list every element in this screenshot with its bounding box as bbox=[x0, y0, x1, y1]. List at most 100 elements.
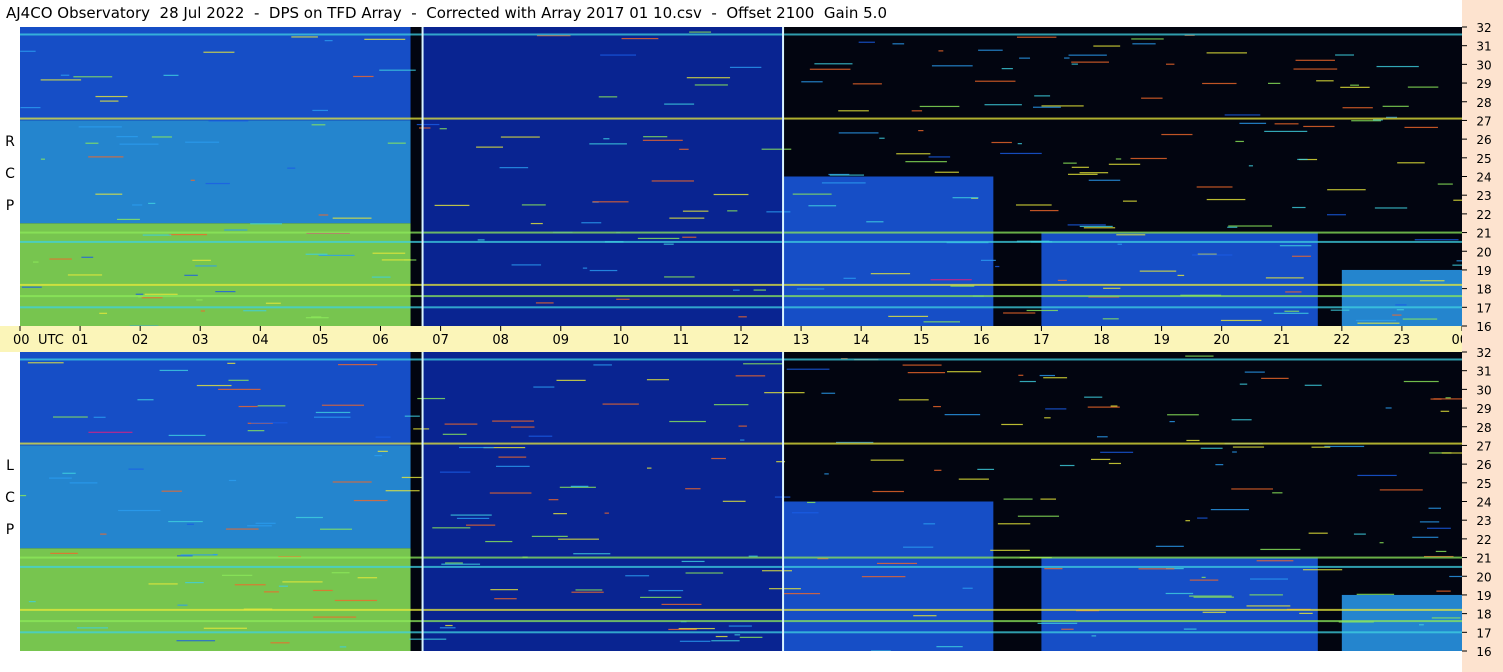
lcp-speckle bbox=[161, 490, 182, 492]
lcp-speckle bbox=[715, 635, 728, 638]
rcp-speckle bbox=[141, 297, 163, 299]
lcp-speckle bbox=[1167, 414, 1199, 416]
lcp-speckle bbox=[711, 640, 740, 642]
lcp-speckle bbox=[821, 392, 836, 394]
lcp-speckle bbox=[313, 616, 357, 618]
rcp-speckle bbox=[168, 233, 208, 236]
lcp-speckle bbox=[374, 455, 383, 457]
lcp-speckle bbox=[313, 589, 333, 592]
rcp-speckle bbox=[934, 171, 959, 173]
lcp-speckle bbox=[1202, 611, 1226, 613]
rcp-speckle bbox=[116, 218, 140, 221]
rcp-speckle bbox=[928, 156, 951, 158]
lcp-speckle bbox=[740, 439, 745, 441]
rcp-speckle bbox=[761, 148, 792, 150]
freq-tick-label-1-19: 19 bbox=[1476, 589, 1491, 603]
freq-tick-label-0-32: 32 bbox=[1476, 21, 1491, 35]
lcp-speckle bbox=[977, 468, 995, 471]
lcp-speckle bbox=[913, 615, 937, 617]
lcp-speckle bbox=[1379, 489, 1423, 491]
lcp-speckle bbox=[1017, 515, 1060, 517]
rcp-speckle bbox=[291, 36, 318, 38]
time-tick-label-24: 00 bbox=[1451, 333, 1462, 348]
lcp-speckle bbox=[1040, 498, 1057, 500]
rcp-speckle bbox=[879, 137, 885, 139]
lcp-speckle bbox=[137, 399, 154, 401]
rcp-speckle bbox=[663, 243, 674, 245]
lcp-speckle bbox=[238, 405, 258, 408]
freq-tick-label-1-32: 32 bbox=[1476, 346, 1491, 360]
lcp-speckle bbox=[353, 499, 388, 502]
rcp-speckle bbox=[792, 193, 832, 195]
rcp-speckle bbox=[243, 310, 267, 312]
lcp-speckle bbox=[1308, 532, 1328, 534]
rcp-speckle bbox=[49, 258, 72, 260]
lcp-speckle bbox=[1189, 579, 1219, 581]
rcp-speckle bbox=[1327, 189, 1366, 191]
rcp-speckle bbox=[476, 146, 504, 148]
rcp-speckle bbox=[1063, 162, 1077, 164]
time-tick-label-18: 18 bbox=[1093, 333, 1110, 348]
time-tick-label-21: 21 bbox=[1273, 333, 1290, 348]
lcp-speckle bbox=[1249, 594, 1283, 596]
lcp-speckle bbox=[439, 627, 456, 629]
rcp-speckle bbox=[434, 204, 470, 207]
lcp-speckle bbox=[553, 513, 567, 515]
lcp-speckle bbox=[444, 423, 478, 425]
time-tick-label-14: 14 bbox=[853, 333, 870, 348]
lcp-speckle bbox=[573, 553, 611, 555]
lcp-speckle bbox=[88, 431, 133, 433]
lcp-speckle bbox=[1100, 451, 1134, 453]
rcp-speckle bbox=[592, 201, 629, 203]
rcp-speckle bbox=[1139, 270, 1177, 272]
rcp-speckle bbox=[732, 289, 740, 291]
rcp-speckle bbox=[500, 136, 540, 138]
lcp-speckle bbox=[648, 589, 684, 592]
lcp-speckle bbox=[251, 422, 288, 424]
lcp-speckle bbox=[646, 467, 652, 469]
rcp-speckle bbox=[991, 141, 1012, 144]
freq-tick-label-1-30: 30 bbox=[1476, 383, 1491, 397]
lcp-speckle bbox=[1441, 452, 1462, 454]
freq-tick-label-1-31: 31 bbox=[1476, 365, 1491, 379]
rcp-speckle bbox=[1392, 314, 1402, 316]
lcp-speckle bbox=[225, 528, 259, 530]
rcp-speckle bbox=[905, 161, 947, 163]
lcp-speckle bbox=[1449, 575, 1462, 578]
lcp-speckle bbox=[176, 640, 216, 642]
rcp-speckle bbox=[995, 265, 1000, 268]
lcp-speckle bbox=[990, 549, 1030, 551]
lcp-speckle bbox=[100, 533, 107, 535]
rcp-speckle bbox=[1402, 318, 1438, 320]
lcp-speckle bbox=[404, 415, 420, 417]
lcp-spectrogram bbox=[20, 352, 1462, 651]
rcp-speckle bbox=[598, 96, 618, 98]
freq-tick-label-0-18: 18 bbox=[1476, 283, 1491, 297]
lcp-speckle bbox=[338, 364, 378, 366]
lcp-speckle bbox=[53, 416, 88, 418]
rcp-speckle bbox=[753, 289, 766, 291]
lcp-speckle bbox=[1246, 605, 1291, 607]
freq-tick-label-0-16: 16 bbox=[1476, 320, 1491, 334]
rcp-speckle bbox=[40, 79, 82, 81]
rcp-speckle bbox=[1437, 183, 1453, 185]
rcp-speckle bbox=[930, 279, 972, 281]
rcp-speckle bbox=[896, 153, 931, 155]
rcp-speckle bbox=[1293, 68, 1338, 70]
lcp-speckle bbox=[1200, 447, 1223, 449]
lcp-speckle bbox=[1304, 384, 1322, 386]
rcp-speckle bbox=[1131, 38, 1164, 40]
freq-tick-label-1-25: 25 bbox=[1476, 477, 1491, 491]
spectrogram-page: AJ4CO Observatory 28 Jul 2022 - DPS on T… bbox=[0, 0, 1503, 672]
rcp-speckle bbox=[439, 128, 447, 130]
lcp-speckle bbox=[28, 601, 36, 603]
time-tick-label-17: 17 bbox=[1033, 333, 1050, 348]
rcp-speckle bbox=[870, 273, 911, 275]
rcp-speckle bbox=[1279, 245, 1312, 247]
rcp-time-marker-2 bbox=[782, 27, 785, 326]
lcp-speckle bbox=[409, 638, 447, 640]
time-tick-label-13: 13 bbox=[793, 333, 810, 348]
time-tick-label-3: 03 bbox=[192, 333, 209, 348]
lcp-speckle bbox=[450, 514, 492, 516]
rcp-speckle bbox=[808, 205, 837, 207]
